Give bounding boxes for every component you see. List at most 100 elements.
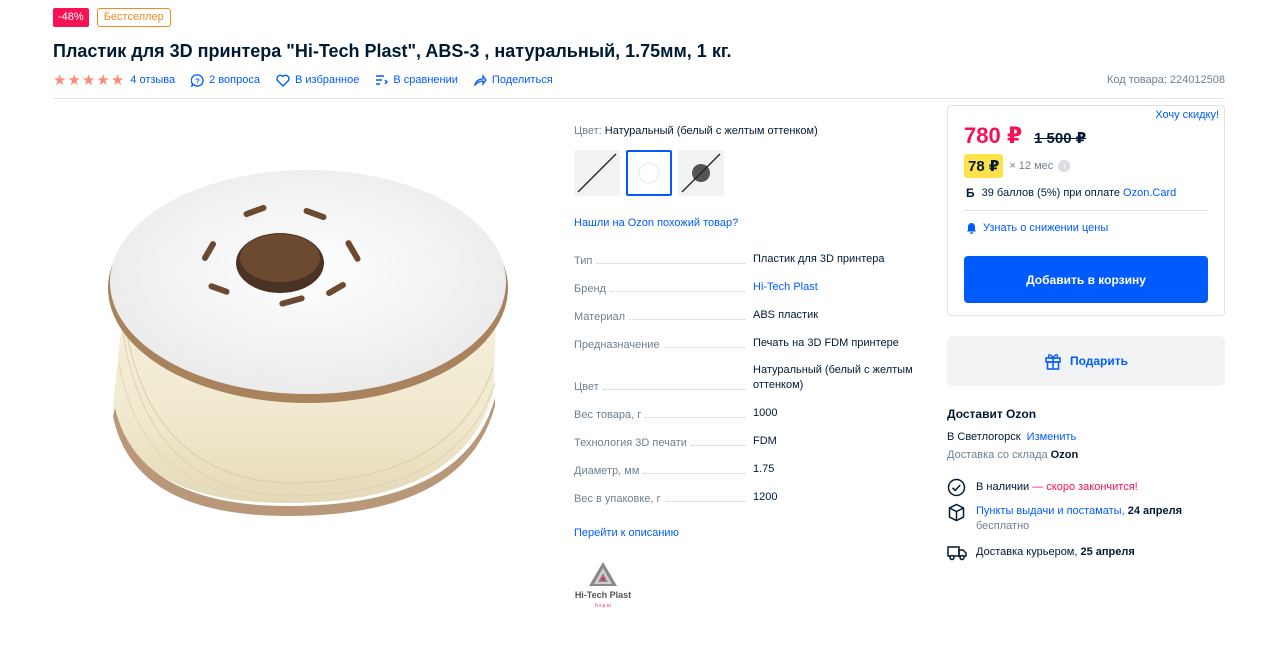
dotted-leader xyxy=(609,291,745,292)
spec-key: Бренд xyxy=(574,283,753,295)
dotted-leader xyxy=(629,319,745,320)
low-stock-warning: — скоро закончится! xyxy=(1032,481,1138,493)
question-icon: ? xyxy=(191,73,204,87)
divider xyxy=(964,210,1208,211)
delivery-title: Доставит Ozon xyxy=(947,407,1037,421)
favorite-button[interactable]: В избранное xyxy=(276,74,359,87)
spec-key: Тип xyxy=(574,255,753,267)
share-icon xyxy=(473,74,487,86)
star-icon: ★ xyxy=(67,71,81,89)
in-stock-text: В наличии xyxy=(976,481,1030,493)
spec-key-text: Бренд xyxy=(574,283,606,295)
old-price: 1 500 ₽ xyxy=(1034,130,1087,147)
compare-icon xyxy=(375,74,389,86)
warehouse-name: Ozon xyxy=(1050,449,1079,461)
bell-icon xyxy=(966,222,977,234)
brand-link[interactable]: Hi-Tech Plast xyxy=(753,280,923,295)
spec-key-text: Предназначение xyxy=(574,339,660,351)
questions-link[interactable]: ? 2 вопроса xyxy=(191,73,260,87)
gift-button[interactable]: Подарить xyxy=(947,336,1225,386)
star-icon: ★ xyxy=(53,71,67,89)
favorite-label: В избранное xyxy=(294,74,360,86)
spec-key-text: Диаметр, мм xyxy=(574,465,640,477)
pickup-points-link[interactable]: Пункты выдачи и постаматы, xyxy=(976,505,1125,517)
brand-logo[interactable]: Hi-Tech Plast h-t-p.ru xyxy=(570,560,636,612)
spec-key-text: Вес в упаковке, г xyxy=(574,493,661,505)
price-card: Хочу скидку! 780 ₽ 1 500 ₽ 78 ₽ × 12 мес… xyxy=(947,105,1225,316)
swatch-grey[interactable] xyxy=(678,150,724,196)
goto-description-link[interactable]: Перейти к описанию xyxy=(574,527,679,539)
reviews-link[interactable]: 4 отзыва xyxy=(130,74,175,86)
price-drop-notify-link[interactable]: Узнать о снижении цены xyxy=(966,222,1108,234)
compare-label: В сравнении xyxy=(393,74,458,86)
swatch-transparent[interactable] xyxy=(574,150,620,196)
courier-option: Доставка курьером, 25 апреля xyxy=(947,544,1135,561)
spec-row: Технология 3D печати FDM xyxy=(574,434,924,449)
dotted-leader xyxy=(690,445,745,446)
bonus-info: Б 39 баллов (5%) при оплате Ozon.Card xyxy=(966,186,1176,200)
ozon-card-link[interactable]: Ozon.Card xyxy=(1123,187,1176,199)
warehouse-prefix: Доставка со склада xyxy=(947,449,1048,461)
spec-row: Цвет Натуральный (белый с желтым оттенко… xyxy=(574,363,924,393)
installment-info[interactable]: 78 ₽ × 12 мес i xyxy=(964,154,1071,178)
installment-amount: 78 ₽ xyxy=(964,154,1004,178)
spec-value: ABS пластик xyxy=(753,309,819,321)
spec-key: Диаметр, мм xyxy=(574,465,753,477)
spec-key: Вес в упаковке, г xyxy=(574,493,753,505)
spec-key-text: Технология 3D печати xyxy=(574,437,687,449)
bestseller-badge: Бестселлер xyxy=(96,8,171,27)
badges: -48% Бестселлер xyxy=(53,8,171,27)
spec-key: Предназначение xyxy=(574,339,753,351)
discount-badge: -48% xyxy=(53,8,89,27)
change-city-link[interactable]: Изменить xyxy=(1027,431,1077,443)
spec-row: Тип Пластик для 3D принтера xyxy=(574,252,924,267)
share-button[interactable]: Поделиться xyxy=(473,74,553,86)
spec-value: Натуральный (белый с желтым оттенком) xyxy=(753,364,913,391)
dotted-leader xyxy=(596,263,745,264)
color-label-value: Натуральный (белый с желтым оттенком) xyxy=(604,125,818,137)
courier-date: 25 апреля xyxy=(1080,546,1135,558)
compare-button[interactable]: В сравнении xyxy=(375,74,458,86)
brand-logo-name: Hi-Tech Plast xyxy=(575,590,631,600)
spec-key: Технология 3D печати xyxy=(574,437,753,449)
spec-row: Вес в упаковке, г 1200 xyxy=(574,490,924,505)
spec-value: 1000 xyxy=(753,407,778,419)
spec-value: 1200 xyxy=(753,491,778,503)
delivery-city: В Светлогорск Изменить xyxy=(947,431,1076,443)
star-icon: ★ xyxy=(96,71,110,89)
dotted-leader xyxy=(663,347,745,348)
spec-key-text: Вес товара, г xyxy=(574,409,642,421)
color-swatches xyxy=(574,150,724,196)
rating-stars[interactable]: ★ ★ ★ ★ ★ xyxy=(53,73,124,88)
want-discount-link[interactable]: Хочу скидку! xyxy=(1155,109,1219,121)
heart-icon xyxy=(276,74,290,87)
price-drop-notify-label: Узнать о снижении цены xyxy=(983,222,1109,234)
product-image[interactable] xyxy=(53,108,543,578)
dotted-leader xyxy=(602,389,745,390)
check-circle-icon xyxy=(947,478,967,497)
star-icon: ★ xyxy=(81,71,96,89)
box-icon xyxy=(947,503,967,532)
spec-row: Бренд Hi-Tech Plast xyxy=(574,280,924,295)
spec-value: Печать на 3D FDM принтере xyxy=(753,337,899,349)
divider xyxy=(53,98,1225,99)
swatch-natural-selected[interactable] xyxy=(626,150,672,196)
bonus-icon: Б xyxy=(966,186,975,200)
spec-key-text: Цвет xyxy=(574,381,599,393)
truck-icon xyxy=(947,544,967,561)
product-meta-row: ★ ★ ★ ★ ★ 4 отзыва ? 2 вопроса В избранн… xyxy=(53,72,1225,88)
installment-term: × 12 мес xyxy=(1009,160,1054,172)
similar-product-link[interactable]: Нашли на Ozon похожий товар? xyxy=(574,217,738,229)
info-icon[interactable]: i xyxy=(1058,160,1071,172)
stock-status: В наличии — скоро закончится! xyxy=(947,478,1138,497)
color-label-key: Цвет: xyxy=(574,125,602,137)
bonus-text: 39 баллов (5%) при оплате xyxy=(981,187,1121,199)
pickup-option: Пункты выдачи и постаматы, 24 апреля бес… xyxy=(947,503,1182,532)
dotted-leader xyxy=(645,417,745,418)
share-label: Поделиться xyxy=(491,74,553,86)
dotted-leader xyxy=(643,473,745,474)
spec-row: Предназначение Печать на 3D FDM принтере xyxy=(574,336,924,351)
courier-text: Доставка курьером, xyxy=(976,546,1078,558)
add-to-cart-button[interactable]: Добавить в корзину xyxy=(964,256,1208,303)
dotted-leader xyxy=(664,501,745,502)
